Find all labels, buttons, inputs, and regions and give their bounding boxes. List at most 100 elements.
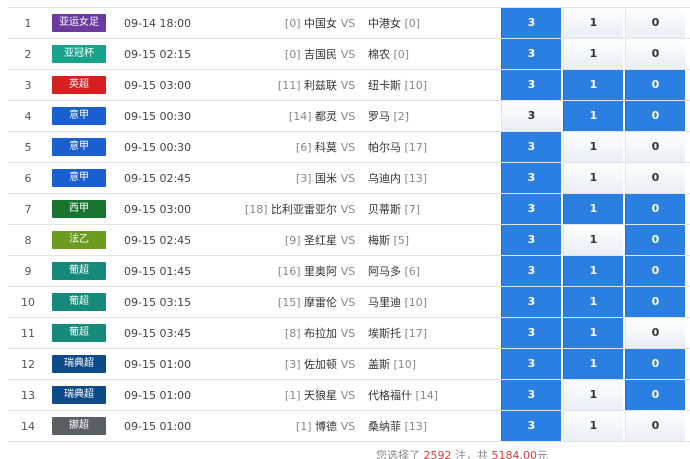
match-time: 09-15 03:00 [124,202,192,216]
away-name: 梅斯 [368,234,390,247]
odds-option-1[interactable]: 1 [563,8,623,38]
league-badge[interactable]: 意甲 [52,107,106,125]
away-rank: [0] [393,48,410,61]
odds-option-1[interactable]: 1 [563,194,623,224]
odds-option-1[interactable]: 1 [563,70,623,100]
odds-option-1[interactable]: 1 [563,101,623,131]
league-badge[interactable]: 意甲 [52,169,106,187]
home-rank: [16] [277,265,301,278]
away-team: 乌迪内 [13] [368,170,427,186]
odds-option-0[interactable]: 0 [625,163,685,193]
match-index: 6 [24,171,32,185]
vs-label: VS [340,47,356,61]
vs-label: VS [340,202,356,216]
away-rank: [0] [404,17,421,30]
home-name: 天狼星 [304,389,337,402]
odds-option-0[interactable]: 0 [625,70,685,100]
odds-option-1[interactable]: 1 [563,163,623,193]
odds-option-1[interactable]: 1 [563,132,623,162]
home-name: 都灵 [315,110,337,123]
league-badge[interactable]: 西甲 [52,200,106,218]
odds-option-1[interactable]: 1 [563,380,623,410]
away-name: 帕尔马 [368,141,401,154]
league-badge[interactable]: 葡超 [52,293,106,311]
home-team: [11] 利兹联 [278,77,337,93]
odds-option-3[interactable]: 3 [501,411,561,441]
odds-option-1[interactable]: 1 [563,349,623,379]
league-badge[interactable]: 挪超 [52,417,106,435]
home-team: [0] 吉国民 [285,46,337,62]
home-name: 佐加顿 [304,358,337,371]
away-rank: [10] [404,79,428,92]
away-team: 棉农 [0] [368,46,409,62]
away-rank: [2] [393,110,410,123]
odds-option-3[interactable]: 3 [501,8,561,38]
vs-label: VS [340,78,356,92]
home-rank: [8] [284,327,301,340]
odds-option-0[interactable]: 0 [625,8,685,38]
odds-option-1[interactable]: 1 [563,39,623,69]
league-badge[interactable]: 瑞典超 [52,386,106,404]
away-team: 埃斯托 [17] [368,325,427,341]
home-rank: [18] [244,203,268,216]
league-badge[interactable]: 亚冠杯 [52,45,106,63]
away-name: 盖斯 [368,358,390,371]
odds-option-1[interactable]: 1 [563,256,623,286]
match-row: 2 亚冠杯 09-15 02:15 [0] 吉国民 VS 棉农 [0] 3 1 0 [8,39,690,70]
match-row: 6 意甲 09-15 02:45 [3] 国米 VS 乌迪内 [13] 3 1 0 [8,163,690,194]
away-rank: [10] [404,296,428,309]
league-badge[interactable]: 法乙 [52,231,106,249]
match-row: 13 瑞典超 09-15 01:00 [1] 天狼星 VS 代格福什 [14] 3 1 0 [8,380,690,411]
vs-label: VS [340,264,356,278]
odds-option-3[interactable]: 3 [501,287,561,317]
league-badge[interactable]: 葡超 [52,262,106,280]
odds-option-3[interactable]: 3 [501,349,561,379]
odds-option-3[interactable]: 3 [501,39,561,69]
home-rank: [6] [295,141,312,154]
odds-option-3[interactable]: 3 [501,70,561,100]
odds-option-1[interactable]: 1 [563,225,623,255]
home-rank: [11] [277,79,301,92]
match-time: 09-15 02:15 [124,47,192,61]
odds-option-3[interactable]: 3 [501,318,561,348]
odds-option-3[interactable]: 3 [501,225,561,255]
odds-option-0[interactable]: 0 [625,380,685,410]
odds-option-3[interactable]: 3 [501,132,561,162]
match-row: 9 葡超 09-15 01:45 [16] 里奥阿 VS 阿马多 [6] 3 1 0 [8,256,690,287]
match-time: 09-15 03:00 [124,78,192,92]
match-index: 3 [24,78,32,92]
away-team: 纽卡斯 [10] [368,77,427,93]
away-team: 代格福什 [14] [368,387,438,403]
odds-option-3[interactable]: 3 [501,101,561,131]
vs-label: VS [340,388,356,402]
odds-option-0[interactable]: 0 [625,101,685,131]
odds-option-0[interactable]: 0 [625,287,685,317]
odds-option-0[interactable]: 0 [625,194,685,224]
odds-option-0[interactable]: 0 [625,132,685,162]
match-time: 09-15 01:00 [124,419,192,433]
odds-option-0[interactable]: 0 [625,411,685,441]
home-team: [15] 摩雷伦 [278,294,337,310]
odds-option-1[interactable]: 1 [563,287,623,317]
league-badge[interactable]: 葡超 [52,324,106,342]
odds-option-0[interactable]: 0 [625,225,685,255]
odds-option-1[interactable]: 1 [563,318,623,348]
match-index: 1 [24,16,32,30]
odds-option-0[interactable]: 0 [625,318,685,348]
odds-option-0[interactable]: 0 [625,349,685,379]
league-badge[interactable]: 意甲 [52,138,106,156]
away-team: 阿马多 [6] [368,263,420,279]
league-badge[interactable]: 英超 [52,76,106,94]
league-badge[interactable]: 瑞典超 [52,355,106,373]
odds-option-3[interactable]: 3 [501,163,561,193]
vs-label: VS [340,295,356,309]
odds-option-0[interactable]: 0 [625,256,685,286]
odds-option-3[interactable]: 3 [501,256,561,286]
odds-option-0[interactable]: 0 [625,39,685,69]
away-name: 埃斯托 [368,327,401,340]
odds-option-3[interactable]: 3 [501,380,561,410]
odds-option-1[interactable]: 1 [563,411,623,441]
odds-option-3[interactable]: 3 [501,194,561,224]
away-team: 马里迪 [10] [368,294,427,310]
league-badge[interactable]: 亚运女足 [52,14,106,32]
